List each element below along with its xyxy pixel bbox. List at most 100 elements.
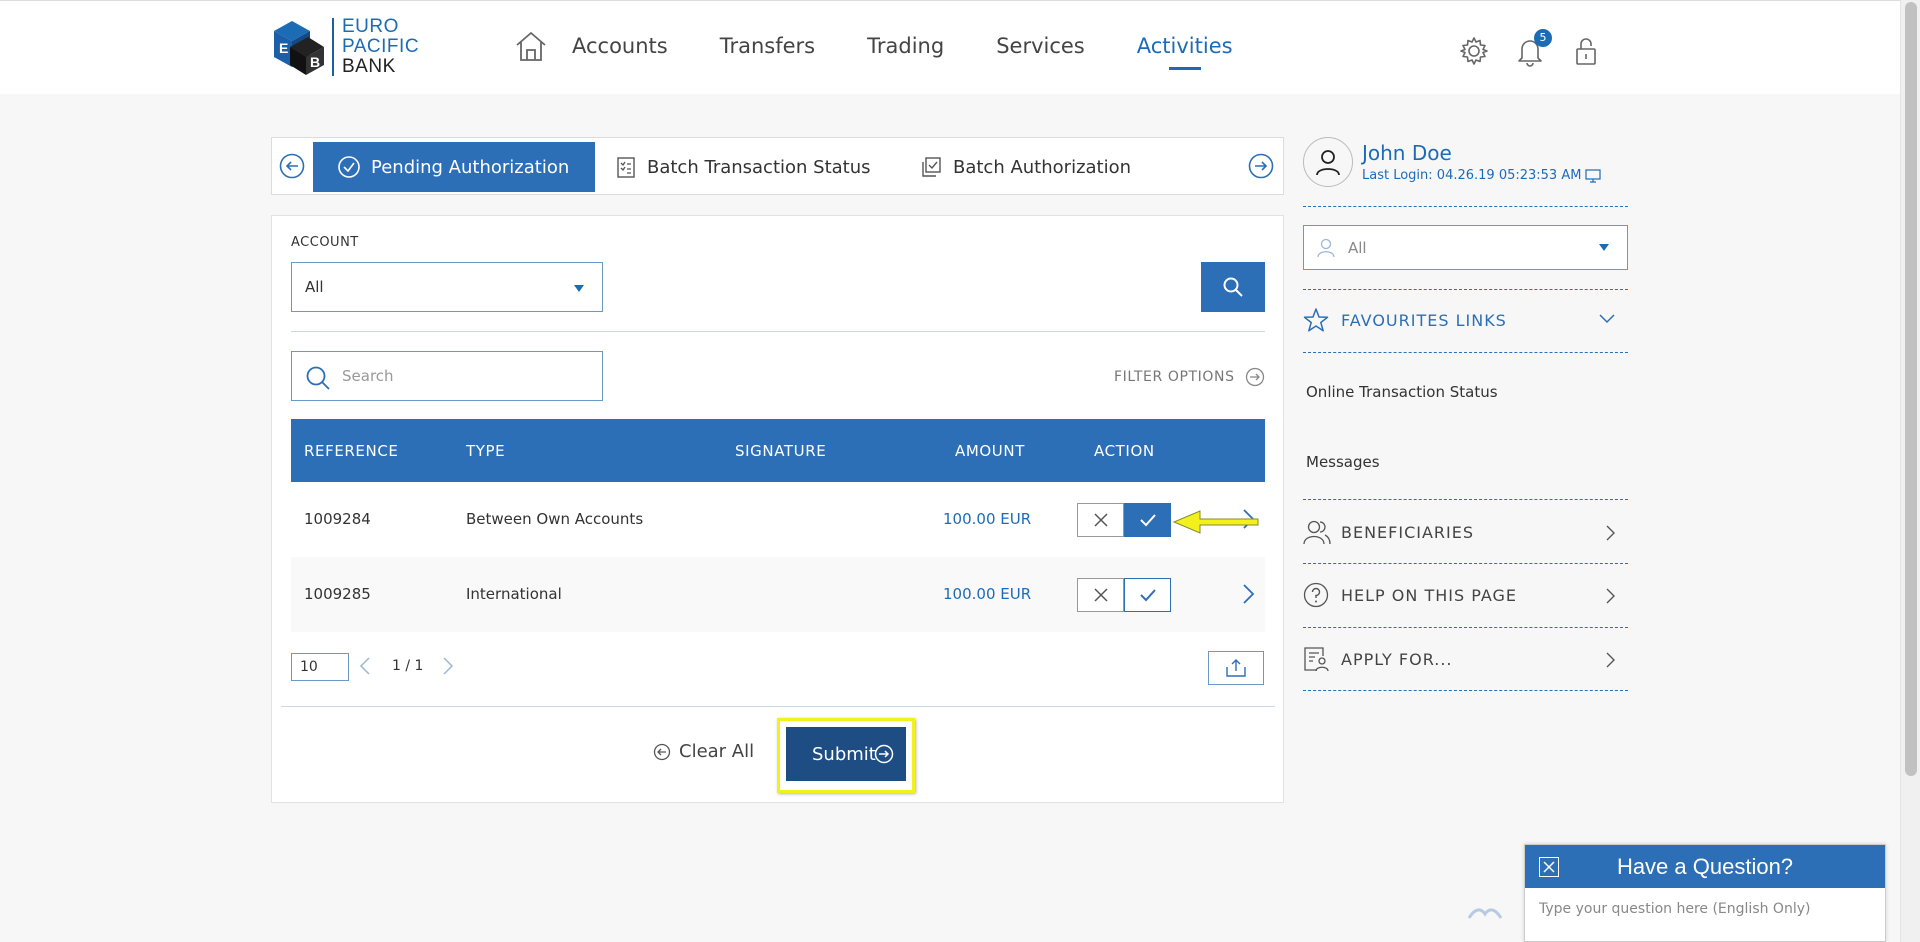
row-type: International: [466, 585, 562, 603]
page-scrollbar[interactable]: [1900, 0, 1920, 942]
logo-line-3: BANK: [342, 56, 396, 77]
row-reference: 1009284: [304, 510, 371, 528]
row-type: Between Own Accounts: [466, 510, 644, 528]
link-messages[interactable]: Messages: [1306, 453, 1380, 471]
page-size-input[interactable]: 10: [291, 653, 349, 681]
user-icon: [1317, 238, 1335, 258]
avatar[interactable]: [1303, 137, 1353, 187]
col-signature: SIGNATURE: [735, 442, 827, 460]
divider: [1303, 627, 1628, 628]
check-icon: [1139, 514, 1156, 527]
row-amount: 100.00 EUR: [943, 510, 1032, 528]
link-online-transaction-status[interactable]: Online Transaction Status: [1306, 383, 1498, 401]
last-login-text: Last Login: 04.26.19 05:23:53 AM: [1362, 168, 1582, 183]
caret-down-icon: [1599, 244, 1609, 251]
tab-pending-authorization[interactable]: Pending Authorization: [313, 142, 595, 192]
clear-all-label: Clear All: [679, 741, 755, 762]
bank-logo[interactable]: E B EURO PACIFIC BANK: [270, 17, 419, 77]
nav-services[interactable]: Services: [996, 34, 1085, 58]
checklist-icon: [617, 157, 635, 178]
close-icon: [1543, 861, 1555, 873]
arrow-right-circle-icon: [874, 744, 894, 764]
search-field[interactable]: [291, 351, 603, 401]
yellow-pointer-arrow-icon: [1172, 510, 1259, 534]
nav-trading[interactable]: Trading: [867, 34, 944, 58]
nav-accounts[interactable]: Accounts: [572, 34, 668, 58]
sidebar-item-label: APPLY FOR...: [1341, 649, 1453, 669]
logo-line-1: EURO: [342, 16, 399, 37]
chevron-right-icon: [1606, 652, 1615, 668]
sidebar-select-value: All: [1348, 238, 1367, 257]
arrow-right-circle-icon: [1245, 367, 1264, 387]
sidebar-item-help[interactable]: HELP ON THIS PAGE: [1303, 575, 1628, 615]
col-reference: REFERENCE: [304, 442, 399, 460]
page-indicator: 1 / 1: [392, 658, 424, 674]
close-icon: [1093, 588, 1108, 602]
submit-button[interactable]: Submit: [786, 727, 906, 781]
chat-close-button[interactable]: [1539, 857, 1559, 877]
divider: [1303, 352, 1628, 353]
account-search-button[interactable]: [1201, 262, 1265, 312]
arrow-left-circle-icon: [653, 743, 671, 760]
chevron-left-icon[interactable]: [359, 656, 371, 676]
nav-transfers[interactable]: Transfers: [720, 34, 815, 58]
people-icon: [1303, 519, 1331, 545]
svg-text:B: B: [310, 54, 320, 70]
tab-label: Batch Transaction Status: [647, 156, 871, 178]
row-amount: 100.00 EUR: [943, 585, 1032, 603]
reject-button[interactable]: [1077, 503, 1124, 537]
sidebar-user-select[interactable]: All: [1303, 225, 1628, 270]
sidebar-item-apply-for[interactable]: APPLY FOR...: [1303, 639, 1628, 679]
chevron-right-icon[interactable]: [442, 656, 454, 676]
sidebar-item-beneficiaries[interactable]: BENEFICIARIES: [1303, 512, 1628, 552]
col-type: TYPE: [466, 442, 506, 460]
sidebar-item-label: BENEFICIARIES: [1341, 522, 1475, 542]
close-icon: [1093, 513, 1108, 527]
main-nav: Accounts Transfers Trading Services Acti…: [514, 29, 1285, 63]
tab-label: Pending Authorization: [371, 156, 570, 178]
divider: [1303, 563, 1628, 564]
export-button[interactable]: [1208, 651, 1264, 685]
table-row: 1009285 International 100.00 EUR: [291, 557, 1265, 632]
tabs-next-arrow-icon[interactable]: [1248, 153, 1274, 179]
favourites-links-toggle[interactable]: FAVOURITES LINKS: [1303, 300, 1628, 340]
approve-button[interactable]: [1124, 578, 1171, 612]
favourites-label: FAVOURITES LINKS: [1341, 310, 1507, 330]
activities-tabs: Pending Authorization Batch Transaction …: [271, 137, 1284, 195]
logo-wordmark: EURO PACIFIC BANK: [342, 17, 419, 77]
nav-activities[interactable]: Activities: [1137, 34, 1233, 58]
clear-all-button[interactable]: Clear All: [653, 741, 754, 762]
search-icon: [306, 366, 330, 390]
search-input[interactable]: [342, 367, 572, 385]
tabs-prev-arrow-icon[interactable]: [279, 153, 305, 179]
account-select-value: All: [305, 278, 324, 296]
chat-header: Have a Question?: [1525, 845, 1885, 888]
bird-icon: [1467, 908, 1503, 919]
logo-mark-icon: E B: [274, 21, 324, 75]
lock-icon[interactable]: [1570, 35, 1602, 67]
tab-batch-transaction-status[interactable]: Batch Transaction Status: [615, 142, 871, 192]
divider: [1303, 289, 1628, 290]
divider: [1303, 690, 1628, 691]
user-name[interactable]: John Doe: [1362, 141, 1452, 165]
chevron-right-icon[interactable]: [1241, 583, 1255, 605]
divider: [281, 706, 1275, 707]
approve-button[interactable]: [1124, 503, 1171, 537]
scrollbar-thumb[interactable]: [1905, 2, 1917, 776]
copy-check-icon: [922, 157, 941, 177]
logo-divider: [332, 18, 334, 76]
user-icon: [1316, 150, 1340, 176]
notifications-button[interactable]: 5: [1514, 29, 1552, 67]
reject-button[interactable]: [1077, 578, 1124, 612]
table-row: 1009284 Between Own Accounts 100.00 EUR: [291, 482, 1265, 557]
chat-title: Have a Question?: [1616, 853, 1794, 879]
account-label: ACCOUNT: [291, 235, 359, 250]
monitor-icon: [1585, 168, 1602, 183]
chat-question-input[interactable]: [1539, 901, 1869, 917]
home-icon[interactable]: [514, 29, 548, 63]
filter-options-toggle[interactable]: FILTER OPTIONS: [1114, 367, 1265, 387]
tab-batch-authorization[interactable]: Batch Authorization: [919, 142, 1131, 192]
gear-icon[interactable]: [1458, 35, 1490, 67]
account-select[interactable]: All: [291, 262, 603, 312]
form-user-icon: [1303, 646, 1331, 672]
